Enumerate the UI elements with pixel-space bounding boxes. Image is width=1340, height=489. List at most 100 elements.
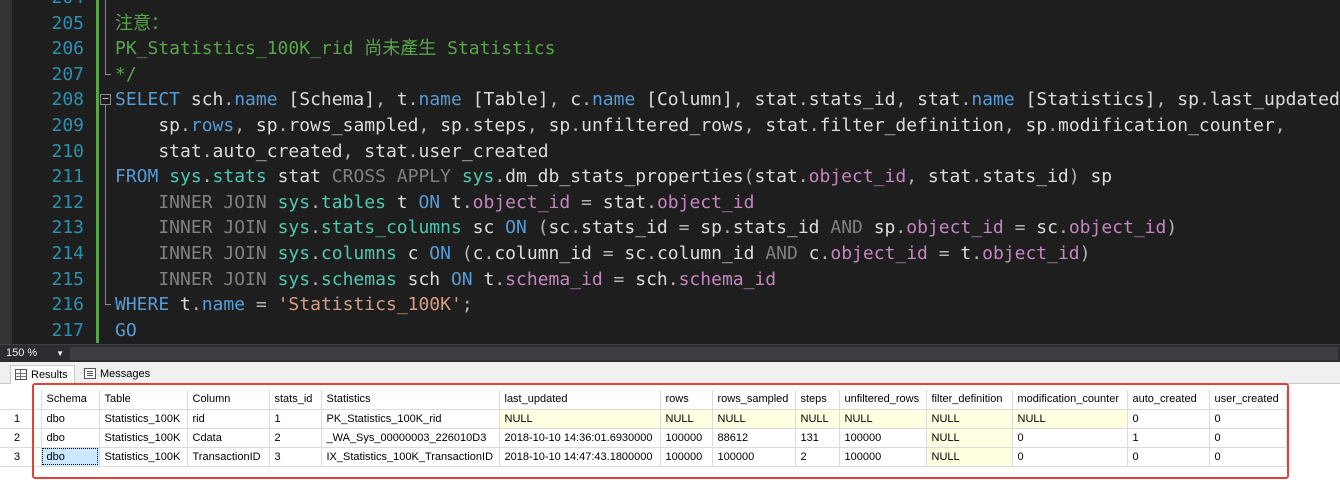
zoom-value: 150 % xyxy=(6,347,38,359)
code-line[interactable]: 205 注意： xyxy=(0,10,1340,37)
grid-cell[interactable]: NULL xyxy=(926,409,1013,429)
column-header[interactable]: rows_sampled xyxy=(712,390,796,410)
grid-cell[interactable]: Statistics_100K xyxy=(99,447,188,467)
tab-messages[interactable]: Messages xyxy=(80,365,156,384)
grid-cell[interactable]: 2 xyxy=(795,447,840,467)
grid-cell[interactable]: 0 xyxy=(1127,409,1210,429)
grid-cell[interactable]: 1 xyxy=(269,409,322,429)
column-header[interactable]: Schema xyxy=(41,390,100,410)
code-line[interactable]: 204 xyxy=(0,0,1340,11)
results-grid[interactable]: Schema Table Column stats_id Statistics last_… xyxy=(0,390,1340,489)
column-header[interactable]: modification_counter xyxy=(1012,390,1128,410)
grid-cell[interactable]: 0 xyxy=(1127,447,1210,467)
line-number: 208 xyxy=(51,89,84,111)
grid-cell[interactable]: 0 xyxy=(1012,447,1128,467)
line-number: 212 xyxy=(51,191,84,213)
column-header[interactable]: user_created xyxy=(1209,390,1287,410)
grid-cell[interactable]: PK_Statistics_100K_rid xyxy=(321,409,500,429)
grid-corner[interactable] xyxy=(0,390,42,410)
column-header[interactable]: rows xyxy=(660,390,713,410)
zoom-bar: 150 % ▼ xyxy=(0,344,1340,362)
code-line[interactable]: 208− SELECT sch.name [Schema], t.name [Ta… xyxy=(0,87,1340,113)
grid-cell[interactable]: 0 xyxy=(1209,409,1287,429)
code-line[interactable]: 210 stat.auto_created, stat.user_created xyxy=(0,138,1340,165)
change-marker xyxy=(96,164,99,190)
code-text: 注意： xyxy=(115,12,169,34)
code-line[interactable]: 211 FROM sys.stats stat CROSS APPLY sys.d… xyxy=(0,164,1340,190)
horizontal-scrollbar[interactable] xyxy=(70,347,1338,360)
chevron-down-icon: ▼ xyxy=(56,349,64,358)
grid-cell[interactable]: Statistics_100K xyxy=(99,428,188,448)
grid-cell[interactable]: NULL xyxy=(795,409,840,429)
column-header[interactable]: stats_id xyxy=(269,390,322,410)
grid-cell[interactable]: 100000 xyxy=(839,428,927,448)
row-number[interactable]: 1 xyxy=(0,409,42,429)
code-text: GO xyxy=(115,319,137,341)
grid-cell[interactable]: 1 xyxy=(1127,428,1210,448)
table-row[interactable]: 3 dbo Statistics_100K TransactionID 3 IX_Stat… xyxy=(0,447,1287,467)
grid-cell[interactable]: Cdata xyxy=(187,428,270,448)
grid-cell[interactable]: Statistics_100K xyxy=(99,409,188,429)
fold-guide xyxy=(100,112,112,139)
grid-cell[interactable]: NULL xyxy=(712,409,796,429)
grid-cell[interactable]: 131 xyxy=(795,428,840,448)
column-header[interactable]: steps xyxy=(795,390,840,410)
grid-cell[interactable]: NULL xyxy=(839,409,927,429)
table-row[interactable]: 1 dbo Statistics_100K rid 1 PK_Statistics_100… xyxy=(0,409,1287,429)
grid-cell[interactable]: 100000 xyxy=(839,447,927,467)
grid-cell[interactable]: 88612 xyxy=(712,428,796,448)
collapse-toggle-icon[interactable]: − xyxy=(100,87,112,113)
change-marker xyxy=(96,189,99,216)
code-line[interactable]: 206 PK_Statistics_100K_rid 尚未產生 Statistic… xyxy=(0,36,1340,62)
row-number[interactable]: 2 xyxy=(0,428,42,448)
tab-results[interactable]: Results xyxy=(10,365,75,384)
grid-cell[interactable]: dbo xyxy=(41,428,100,448)
table-row[interactable]: 2 dbo Statistics_100K Cdata 2 _WA_Sys_0000000… xyxy=(0,428,1287,448)
column-header[interactable]: filter_definition xyxy=(926,390,1013,410)
grid-cell[interactable]: NULL xyxy=(926,447,1013,467)
line-number: 215 xyxy=(51,268,84,290)
column-header[interactable]: last_updated xyxy=(499,390,661,410)
grid-cell[interactable]: 100000 xyxy=(660,428,713,448)
grid-cell[interactable]: 100000 xyxy=(660,447,713,467)
column-header[interactable]: auto_created xyxy=(1127,390,1210,410)
code-line[interactable]: 213 INNER JOIN sys.stats_columns sc ON (… xyxy=(0,215,1340,241)
code-line[interactable]: 217 GO xyxy=(0,317,1340,344)
code-line[interactable]: 212 INNER JOIN sys.tables t ON t.object_… xyxy=(0,189,1340,216)
code-line[interactable]: 209 sp.rows, sp.rows_sampled, sp.steps, … xyxy=(0,112,1340,139)
line-number: 209 xyxy=(51,114,84,136)
column-header[interactable]: unfiltered_rows xyxy=(839,390,927,410)
grid-cell[interactable]: 0 xyxy=(1012,428,1128,448)
grid-cell[interactable]: 0 xyxy=(1209,447,1287,467)
change-marker xyxy=(96,266,99,293)
grid-cell[interactable]: IX_Statistics_100K_TransactionID xyxy=(321,447,500,467)
zoom-dropdown[interactable]: 150 % ▼ xyxy=(4,346,66,361)
grid-cell[interactable]: 3 xyxy=(269,447,322,467)
grid-cell[interactable]: rid xyxy=(187,409,270,429)
column-header[interactable]: Column xyxy=(187,390,270,410)
grid-cell[interactable]: NULL xyxy=(660,409,713,429)
code-line[interactable]: 216 WHERE t.name = 'Statistics_100K'; xyxy=(0,292,1340,318)
code-line[interactable]: 207 */ xyxy=(0,61,1340,88)
grid-cell[interactable]: 2018-10-10 14:47:43.1800000 xyxy=(499,447,661,467)
line-number: 214 xyxy=(51,242,84,264)
grid-cell[interactable]: NULL xyxy=(1012,409,1128,429)
column-header[interactable]: Table xyxy=(99,390,188,410)
grid-cell[interactable]: TransactionID xyxy=(187,447,270,467)
grid-cell[interactable]: 0 xyxy=(1209,428,1287,448)
change-marker xyxy=(96,138,99,165)
grid-cell[interactable]: 2 xyxy=(269,428,322,448)
fold-guide xyxy=(100,292,112,318)
code-line[interactable]: 215 INNER JOIN sys.schemas sch ON t.sche… xyxy=(0,266,1340,293)
grid-cell[interactable]: dbo xyxy=(41,447,100,467)
column-header[interactable]: Statistics xyxy=(321,390,500,410)
grid-cell[interactable]: 100000 xyxy=(712,447,796,467)
grid-cell[interactable]: 2018-10-10 14:36:01.6930000 xyxy=(499,428,661,448)
grid-cell[interactable]: _WA_Sys_00000003_226010D3 xyxy=(321,428,500,448)
row-number[interactable]: 3 xyxy=(0,447,42,467)
grid-cell[interactable]: dbo xyxy=(41,409,100,429)
grid-cell[interactable]: NULL xyxy=(499,409,661,429)
grid-cell[interactable]: NULL xyxy=(926,428,1013,448)
sql-editor[interactable]: 204205 注意： 206 PK_Statistics_100K_rid 尚未產生 … xyxy=(0,0,1340,344)
code-line[interactable]: 214 INNER JOIN sys.columns c ON (c.colum… xyxy=(0,240,1340,267)
